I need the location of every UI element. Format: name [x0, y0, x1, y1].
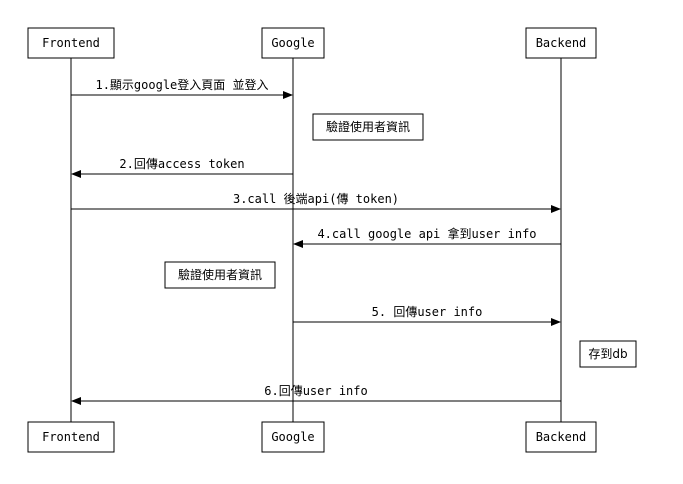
participant-label: Backend — [536, 36, 587, 50]
message-3: 3.call 後端api(傳 token) — [71, 192, 561, 213]
note-1: 驗證使用者資訊 — [312, 113, 424, 141]
message-label: 1.顯示google登入頁面 並登入 — [95, 77, 268, 92]
participant-label: Frontend — [42, 36, 100, 50]
participant-frontend-bottom: Frontend — [27, 421, 115, 453]
message-label: 3.call 後端api(傳 token) — [233, 192, 399, 206]
participant-label: Google — [271, 36, 314, 50]
message-label: 5. 回傳user info — [372, 305, 483, 319]
message-1: 1.顯示google登入頁面 並登入 — [71, 77, 293, 99]
participant-google-bottom: Google — [261, 421, 325, 453]
message-label: 4.call google api 拿到user info — [317, 226, 536, 241]
message-2: 2.回傳access token — [71, 157, 293, 178]
note-2: 驗證使用者資訊 — [164, 261, 276, 289]
message-6: 6.回傳user info — [71, 384, 561, 405]
note-label: 驗證使用者資訊 — [178, 267, 262, 282]
message-4: 4.call google api 拿到user info — [293, 226, 561, 248]
message-label: 2.回傳access token — [119, 157, 244, 171]
participant-label: Backend — [536, 430, 587, 444]
participant-backend-bottom: Backend — [525, 421, 597, 453]
message-5: 5. 回傳user info — [293, 305, 561, 326]
note-label: 驗證使用者資訊 — [326, 119, 410, 134]
note-label: 存到db — [588, 347, 627, 361]
participant-backend-top: Backend — [525, 27, 597, 59]
participant-google-top: Google — [261, 27, 325, 59]
sequence-diagram-canvas: 1.顯示google登入頁面 並登入 2.回傳access token 3.call… — [0, 0, 683, 484]
message-label: 6.回傳user info — [264, 384, 367, 398]
participant-frontend-top: Frontend — [27, 27, 115, 59]
sequence-diagram: 1.顯示google登入頁面 並登入 2.回傳access token 3.call… — [27, 27, 637, 453]
note-3: 存到db — [579, 340, 637, 368]
participant-label: Frontend — [42, 430, 100, 444]
participant-label: Google — [271, 430, 314, 444]
